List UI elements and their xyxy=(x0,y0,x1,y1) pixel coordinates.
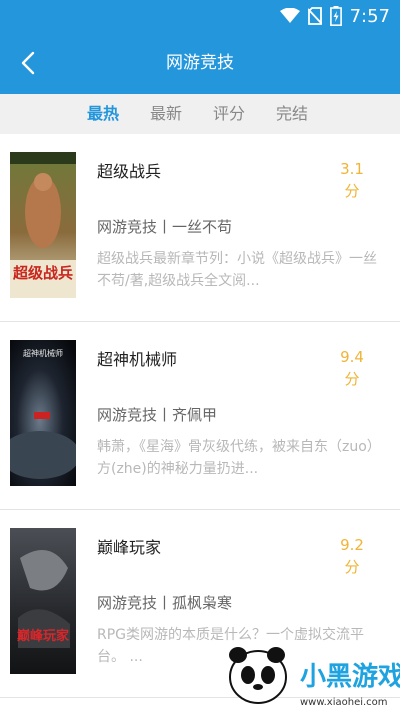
book-meta: 网游竞技丨一丝不苟 xyxy=(97,218,233,236)
wifi-icon xyxy=(279,8,300,23)
book-meta: 网游竞技丨孤枫枭寒 xyxy=(97,594,233,612)
book-description: 韩萧，《星海》骨灰级代练，被来自东（zuo）方(zhe)的神秘力量扔进... xyxy=(97,439,381,477)
page-title: 网游竞技 xyxy=(166,53,234,73)
watermark-logo: 小黑游戏 www.xiaohei.com xyxy=(229,647,400,708)
book-list: 超级战兵 超级战兵 3.1 分 网游竞技丨一丝不苟 超级战兵最新章节列：小说《超… xyxy=(0,134,400,698)
svg-text:www.xiaohei.com: www.xiaohei.com xyxy=(300,697,388,708)
no-sim-icon xyxy=(307,7,322,25)
tab-rating[interactable]: 评分 xyxy=(213,94,245,134)
svg-text:小黑游戏: 小黑游戏 xyxy=(300,662,400,692)
book-score: 3.1 分 xyxy=(336,158,368,202)
book-title: 巅峰玩家 xyxy=(97,538,162,557)
status-bar: 7:57 xyxy=(0,0,400,32)
status-time: 7:57 xyxy=(349,5,390,27)
book-cover: 超神机械师 xyxy=(10,340,76,486)
book-cover: 超级战兵 xyxy=(10,152,76,298)
book-meta: 网游竞技丨齐佩甲 xyxy=(97,406,218,424)
battery-charging-icon xyxy=(329,6,342,26)
status-icons: 7:57 xyxy=(279,5,390,27)
score-value: 9.4 xyxy=(340,348,364,366)
score-unit: 分 xyxy=(344,182,360,200)
book-title: 超神机械师 xyxy=(97,350,178,369)
tab-bar: 最热 最新 评分 完结 xyxy=(0,94,400,134)
cover-title-text: 超级战兵 xyxy=(12,264,73,282)
list-item[interactable]: 超神机械师 超神机械师 9.4 分 网游竞技丨齐佩甲 韩萧，《星海》骨灰级代练，… xyxy=(0,322,400,510)
tab-newest[interactable]: 最新 xyxy=(150,94,182,134)
app-bar: 网游竞技 xyxy=(0,32,400,94)
cover-title-text: 巅峰玩家 xyxy=(17,628,70,644)
book-score: 9.2 分 xyxy=(336,534,368,578)
tab-hottest[interactable]: 最热 xyxy=(87,94,119,134)
score-value: 9.2 xyxy=(340,536,364,554)
book-description: 超级战兵最新章节列：小说《超级战兵》一丝不苟/著,超级战兵全文阅... xyxy=(97,251,377,289)
book-cover: 巅峰玩家 xyxy=(10,528,76,674)
score-unit: 分 xyxy=(344,370,360,388)
cover-title-text: 超神机械师 xyxy=(23,348,63,358)
score-unit: 分 xyxy=(344,558,360,576)
book-score: 9.4 分 xyxy=(336,346,368,390)
list-item[interactable]: 超级战兵 超级战兵 3.1 分 网游竞技丨一丝不苟 超级战兵最新章节列：小说《超… xyxy=(0,134,400,322)
score-value: 3.1 xyxy=(340,160,364,178)
book-title: 超级战兵 xyxy=(97,162,162,181)
tab-completed[interactable]: 完结 xyxy=(276,94,308,134)
